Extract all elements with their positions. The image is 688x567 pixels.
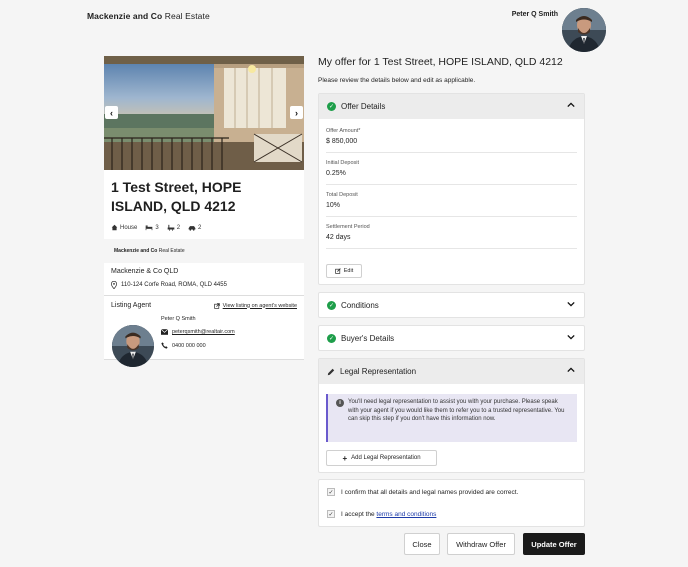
buyers-details-header[interactable]: ✓ Buyer's Details xyxy=(319,326,584,351)
agency-address: 110-124 Corfe Road, ROMA, QLD 4455 xyxy=(111,281,297,289)
add-legal-representation-button[interactable]: + Add Legal Representation xyxy=(326,450,437,466)
agent-contact: Peter Q Smith peterqsmith@realtair.com 0… xyxy=(161,316,235,356)
check-circle-icon: ✓ xyxy=(327,102,336,111)
offer-details-panel: ✓ Offer Details Offer Amount* $ 850,000 … xyxy=(318,93,585,285)
agency-brand: Mackenzie and Co Real Estate xyxy=(104,239,304,263)
offer-subtitle: Please review the details below and edit… xyxy=(318,77,476,84)
phone-icon xyxy=(161,342,168,349)
agent-phone[interactable]: 0400 000 000 xyxy=(172,343,206,349)
photo-prev-button[interactable]: ‹ xyxy=(105,106,118,119)
listing-agent-card: Listing Agent View listing on agent's we… xyxy=(104,296,304,367)
offer-details-title: Offer Details xyxy=(341,102,386,111)
close-button[interactable]: Close xyxy=(404,533,440,555)
confirm-details-row[interactable]: ✓ I confirm that all details and legal n… xyxy=(327,488,518,496)
feature-house: House xyxy=(111,224,137,231)
agent-email[interactable]: peterqsmith@realtair.com xyxy=(172,329,235,335)
edit-icon xyxy=(334,268,341,274)
chevron-down-icon xyxy=(567,334,575,340)
initial-deposit-field[interactable]: Initial Deposit 0.25% xyxy=(319,160,584,177)
terms-link[interactable]: terms and conditions xyxy=(376,511,436,518)
feature-bathrooms: 2 xyxy=(167,224,180,231)
total-deposit-field[interactable]: Total Deposit 10% xyxy=(319,192,584,209)
offer-title: My offer for 1 Test Street, HOPE ISLAND,… xyxy=(318,56,563,68)
offer-details-header[interactable]: ✓ Offer Details xyxy=(319,94,584,119)
agency-name: Mackenzie & Co QLD xyxy=(111,268,179,275)
agent-email-row[interactable]: peterqsmith@realtair.com xyxy=(161,329,235,335)
confirm-details-checkbox[interactable]: ✓ xyxy=(327,488,335,496)
edit-button[interactable]: Edit xyxy=(326,264,362,278)
feature-cars: 2 xyxy=(188,224,201,231)
offer-form: My offer for 1 Test Street, HOPE ISLAND,… xyxy=(318,56,585,527)
property-features: House 3 2 2 xyxy=(104,216,304,239)
legal-info-box: i You'll need legal representation to as… xyxy=(326,394,577,442)
house-icon xyxy=(111,224,118,231)
top-header: Mackenzie and Co Real Estate Peter Q Smi… xyxy=(0,0,688,52)
photo-next-button[interactable]: › xyxy=(290,106,303,119)
email-icon xyxy=(161,329,168,335)
user-name: Peter Q Smith xyxy=(511,11,558,18)
info-icon: i xyxy=(336,399,344,407)
listing-agent-label: Listing Agent xyxy=(111,302,152,309)
accept-terms-row[interactable]: ✓ I accept the terms and conditions xyxy=(327,510,436,518)
agency-details: Mackenzie & Co QLD 110-124 Corfe Road, R… xyxy=(104,263,304,296)
user-avatar[interactable] xyxy=(562,8,606,52)
location-pin-icon xyxy=(111,281,117,289)
agent-avatar xyxy=(112,325,154,367)
chevron-down-icon xyxy=(567,301,575,307)
update-offer-button[interactable]: Update Offer xyxy=(523,533,585,555)
external-link-icon xyxy=(213,302,220,309)
withdraw-offer-button[interactable]: Withdraw Offer xyxy=(447,533,515,555)
chevron-up-icon xyxy=(567,102,575,108)
property-title: 1 Test Street, HOPE ISLAND, QLD 4212 xyxy=(111,179,242,214)
accept-terms-checkbox[interactable]: ✓ xyxy=(327,510,335,518)
check-circle-icon: ✓ xyxy=(327,301,336,310)
buyers-details-panel[interactable]: ✓ Buyer's Details xyxy=(318,325,585,351)
bed-icon xyxy=(146,225,153,231)
car-icon xyxy=(188,226,196,231)
legal-representation-panel: Legal Representation i You'll need legal… xyxy=(318,358,585,473)
conditions-header[interactable]: ✓ Conditions xyxy=(319,293,584,318)
feature-bedrooms: 3 xyxy=(145,224,159,231)
bath-icon xyxy=(167,224,175,231)
legal-representation-header[interactable]: Legal Representation xyxy=(319,359,584,384)
property-photo: ‹ › xyxy=(104,56,304,170)
plus-icon: + xyxy=(342,453,348,463)
confirmations-panel: ✓ I confirm that all details and legal n… xyxy=(318,479,585,527)
agent-name: Peter Q Smith xyxy=(161,316,196,322)
property-summary: ‹ › 1 Test Street, HOPE ISLAND, QLD 4212… xyxy=(104,56,304,367)
conditions-panel[interactable]: ✓ Conditions xyxy=(318,292,585,318)
settlement-period-field[interactable]: Settlement Period 42 days xyxy=(319,224,584,241)
agent-phone-row[interactable]: 0400 000 000 xyxy=(161,342,235,349)
view-listing-link[interactable]: View listing on agent's website xyxy=(213,302,297,309)
offer-amount-field[interactable]: Offer Amount* $ 850,000 xyxy=(319,128,584,145)
brand-logo[interactable]: Mackenzie and Co Real Estate xyxy=(87,11,210,21)
pencil-icon xyxy=(327,368,335,375)
property-card: 1 Test Street, HOPE ISLAND, QLD 4212 Hou… xyxy=(104,170,304,239)
check-circle-icon: ✓ xyxy=(327,334,336,343)
chevron-up-icon xyxy=(567,367,575,373)
